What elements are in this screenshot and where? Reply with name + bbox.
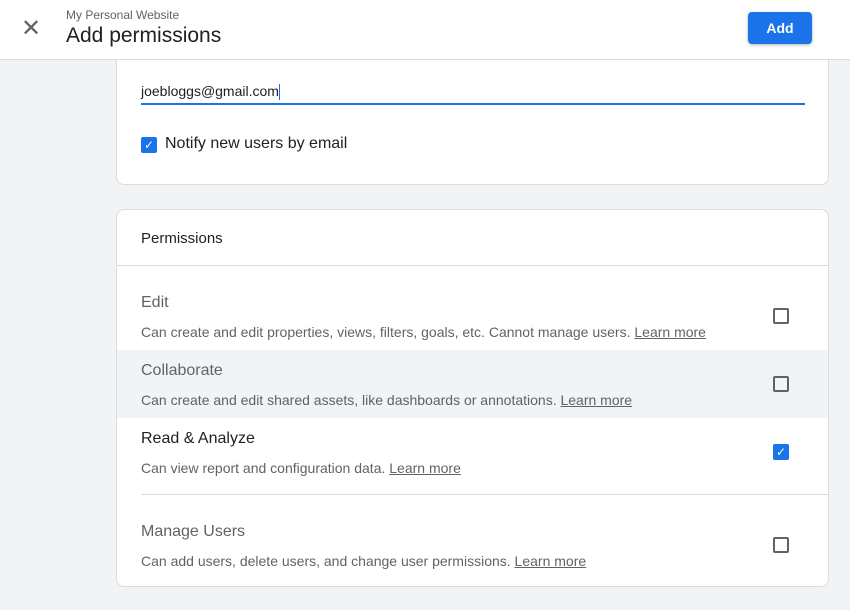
read-analyze-checkbox[interactable]: ✓ (773, 444, 789, 460)
permission-description: Can view report and configuration data. … (141, 460, 461, 476)
learn-more-link[interactable]: Learn more (634, 324, 706, 340)
close-icon[interactable]: ✕ (20, 17, 42, 41)
learn-more-link[interactable]: Learn more (560, 392, 632, 408)
page-title: Add permissions (66, 24, 222, 47)
permission-title: Manage Users (141, 523, 246, 540)
permission-description: Can add users, delete users, and change … (141, 553, 587, 569)
manage-users-checkbox[interactable] (773, 537, 789, 553)
invite-card: joebloggs@gmail.com ✓ Notify new users b… (116, 40, 829, 185)
header: ✕ My Personal Website Add permissions Ad… (0, 0, 850, 60)
learn-more-link[interactable]: Learn more (389, 460, 461, 476)
property-name: My Personal Website (66, 8, 180, 22)
edit-checkbox[interactable] (773, 308, 789, 324)
add-button[interactable]: Add (748, 12, 812, 44)
text-caret (278, 84, 280, 101)
permission-row-edit[interactable]: Edit Can create and edit properties, vie… (117, 282, 828, 350)
permission-description: Can create and edit properties, views, f… (141, 324, 706, 340)
permissions-heading: Permissions (141, 230, 223, 247)
permission-row-manage-users[interactable]: Manage Users Can add users, delete users… (117, 495, 828, 586)
permission-title: Edit (141, 294, 169, 311)
permissions-card: Permissions Edit Can create and edit pro… (116, 209, 829, 587)
notify-label: Notify new users by email (165, 135, 348, 152)
permission-title: Collaborate (141, 362, 223, 379)
email-input[interactable]: joebloggs@gmail.com (141, 79, 805, 105)
learn-more-link[interactable]: Learn more (515, 553, 587, 569)
permission-title: Read & Analyze (141, 430, 255, 447)
collaborate-checkbox[interactable] (773, 376, 789, 392)
permission-row-collaborate[interactable]: Collaborate Can create and edit shared a… (117, 350, 828, 418)
notify-checkbox[interactable]: ✓ (141, 137, 157, 153)
permission-row-read-analyze[interactable]: Read & Analyze Can view report and confi… (117, 418, 828, 494)
permission-description: Can create and edit shared assets, like … (141, 392, 633, 408)
divider (117, 265, 828, 266)
